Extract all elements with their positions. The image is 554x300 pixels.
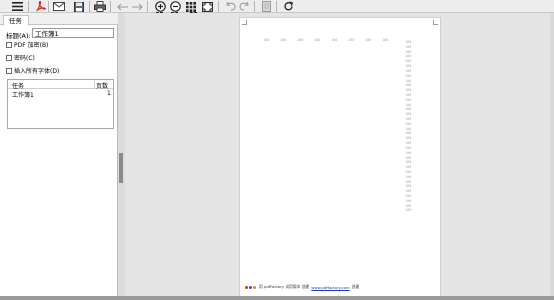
title-input[interactable] (32, 28, 114, 38)
task-panel: 任务 标题(A): PDF 加密(B) 密码(C) 插入所有字体(D) 任务 页… (0, 13, 118, 296)
pdf-encrypt-label: PDF 加密(B) (14, 42, 49, 49)
password-option[interactable]: 密码(C) (6, 53, 35, 62)
header-number-cell: 100 (263, 38, 270, 42)
page-header-row: 100 100 100 100 100 100 100 100 (263, 38, 399, 42)
toolbar: 1 2 0 (0, 0, 554, 19)
preview-area: 100 100 100 100 100 100 100 100 100 100 100 100 100… (125, 13, 550, 300)
task-list: 任务 页数 工作簿1 1 (7, 79, 114, 129)
footer-text: 用 pdfFactory 试用版本 创建 (259, 284, 310, 289)
header-number-cell: 100 (331, 38, 338, 42)
header-number-cell: 100 (280, 38, 287, 42)
margin-corner-mark (242, 20, 247, 25)
header-number-cell: 100 (348, 38, 355, 42)
document-icon[interactable] (260, 1, 272, 12)
footer-logo-dot (249, 285, 252, 289)
panel-splitter[interactable] (118, 13, 125, 296)
zoom-out-icon[interactable] (169, 1, 181, 12)
embed-fonts-checkbox[interactable] (6, 67, 12, 74)
zoom-in-icon[interactable] (154, 1, 166, 12)
refresh-icon[interactable] (282, 1, 294, 12)
vertical-scrollbar[interactable] (550, 13, 554, 296)
window-bottom-edge (0, 296, 554, 300)
column-number-cell: 100 (405, 208, 412, 213)
column-header-pages[interactable]: 页数 (96, 81, 108, 90)
margin-corner-mark (433, 20, 438, 25)
embed-fonts-label: 插入所有字体(D) (14, 68, 60, 75)
email-icon[interactable] (53, 1, 65, 12)
pdf-encrypt-checkbox[interactable] (6, 41, 12, 48)
embed-fonts-option[interactable]: 插入所有字体(D) (6, 66, 59, 75)
fit-page-icon[interactable] (201, 1, 213, 12)
header-number-cell: 100 (314, 38, 321, 42)
grid-view-icon[interactable] (185, 1, 197, 12)
tab-task[interactable]: 任务 (3, 15, 29, 26)
menu-icon[interactable] (11, 1, 23, 12)
footer-logo-dot (245, 285, 248, 289)
save-icon[interactable] (73, 1, 85, 12)
header-number-cell: 100 (365, 38, 372, 42)
print-icon[interactable] (94, 1, 106, 12)
task-list-header: 任务 页数 (8, 80, 113, 90)
footer-link[interactable]: www.pdffactory.com (311, 285, 349, 290)
table-row[interactable]: 工作簿1 1 (8, 90, 113, 99)
page-footer: 用 pdfFactory 试用版本 创建 www.pdffactory.com … (245, 284, 359, 290)
splitter-handle[interactable] (119, 153, 123, 183)
forward-arrow-icon[interactable] (131, 1, 143, 12)
header-number-cell: 100 (297, 38, 304, 42)
password-label: 密码(C) (14, 55, 35, 62)
document-page: 100 100 100 100 100 100 100 100 100 100 100 100 100… (239, 17, 441, 300)
task-name-cell: 工作簿1 (12, 92, 34, 99)
pdf-encrypt-option[interactable]: PDF 加密(B) (6, 40, 48, 49)
footer-text-end: 创建 (351, 284, 360, 289)
task-tab-bar: 任务 (0, 13, 118, 26)
pdf-icon[interactable] (34, 1, 46, 12)
column-header-task[interactable]: 任务 (12, 81, 24, 90)
footer-logo-dot (253, 285, 256, 289)
undo-icon[interactable] (224, 1, 236, 12)
task-pages-cell: 1 (107, 90, 111, 97)
redo-icon[interactable] (238, 1, 250, 12)
password-checkbox[interactable] (6, 54, 12, 61)
header-number-cell: 100 (382, 38, 389, 42)
back-arrow-icon[interactable] (116, 1, 128, 12)
page-number-column: 100 100 100 100 100 100 100 100 100 100 100 100 100 1… (405, 40, 411, 213)
title-label: 标题(A): (6, 32, 31, 40)
